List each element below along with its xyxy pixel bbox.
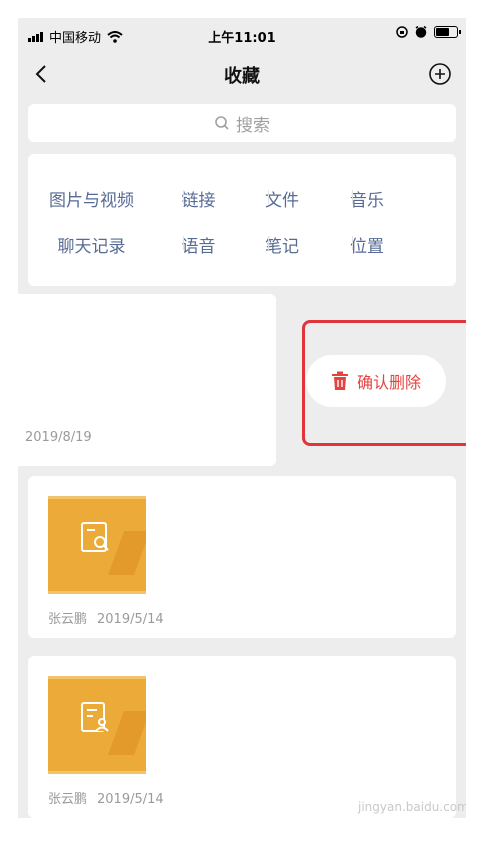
watermark: jingyan.baidu.com (358, 800, 466, 814)
confirm-delete-button[interactable]: 确认删除 (306, 355, 446, 407)
status-bar: 中国移动 上午11:01 (18, 18, 466, 52)
divider (352, 236, 353, 250)
rotation-lock-icon (396, 26, 408, 38)
phone-screen: 中国移动 上午11:01 收藏 搜索 图片与视频 链接 文件 音乐 聊天记录 语… (18, 18, 466, 818)
note-thumbnail (48, 676, 146, 774)
battery-icon (434, 26, 461, 38)
category-notes[interactable]: 笔记 (242, 232, 322, 257)
note-thumbnail (48, 496, 146, 594)
card-date: 2019/5/14 (97, 612, 164, 627)
page-title: 收藏 (224, 66, 260, 87)
swiped-favorite-item[interactable]: 2019/8/19 (18, 294, 276, 466)
divider (352, 190, 353, 204)
card-date: 2019/5/14 (97, 792, 164, 807)
divider (268, 236, 269, 250)
search-placeholder: 搜索 (236, 115, 270, 136)
category-row-2: 聊天记录 语音 笔记 位置 (28, 232, 456, 257)
category-row-1: 图片与视频 链接 文件 音乐 (28, 186, 456, 211)
favorite-card[interactable]: 张云鹏 2019/5/14 (28, 656, 456, 818)
search-bar[interactable]: 搜索 (28, 104, 456, 142)
contact-doc-icon (81, 702, 109, 732)
category-location[interactable]: 位置 (322, 232, 412, 257)
card-author: 张云鹏 (48, 612, 88, 627)
item-date: 2019/8/19 (25, 430, 92, 445)
card-meta: 张云鹏 2019/5/14 (48, 788, 174, 807)
alarm-icon (415, 26, 427, 38)
search-icon (215, 116, 229, 130)
trash-icon (331, 371, 348, 390)
category-files[interactable]: 文件 (242, 186, 322, 211)
category-links[interactable]: 链接 (155, 186, 242, 211)
divider (183, 236, 184, 250)
nav-bar: 收藏 (18, 52, 466, 98)
category-chat-history[interactable]: 聊天记录 (28, 232, 155, 257)
category-music[interactable]: 音乐 (322, 186, 412, 211)
confirm-delete-label: 确认删除 (356, 373, 421, 392)
card-author: 张云鹏 (48, 792, 88, 807)
divider (268, 190, 269, 204)
category-voice[interactable]: 语音 (155, 232, 242, 257)
favorite-card[interactable]: 张云鹏 2019/5/14 (28, 476, 456, 638)
status-right (396, 26, 461, 38)
add-circle-icon[interactable] (426, 60, 454, 88)
search-doc-icon (81, 522, 109, 552)
card-meta: 张云鹏 2019/5/14 (48, 608, 174, 627)
divider (183, 190, 184, 204)
category-photos-videos[interactable]: 图片与视频 (28, 186, 155, 211)
category-panel: 图片与视频 链接 文件 音乐 聊天记录 语音 笔记 位置 (28, 154, 456, 286)
